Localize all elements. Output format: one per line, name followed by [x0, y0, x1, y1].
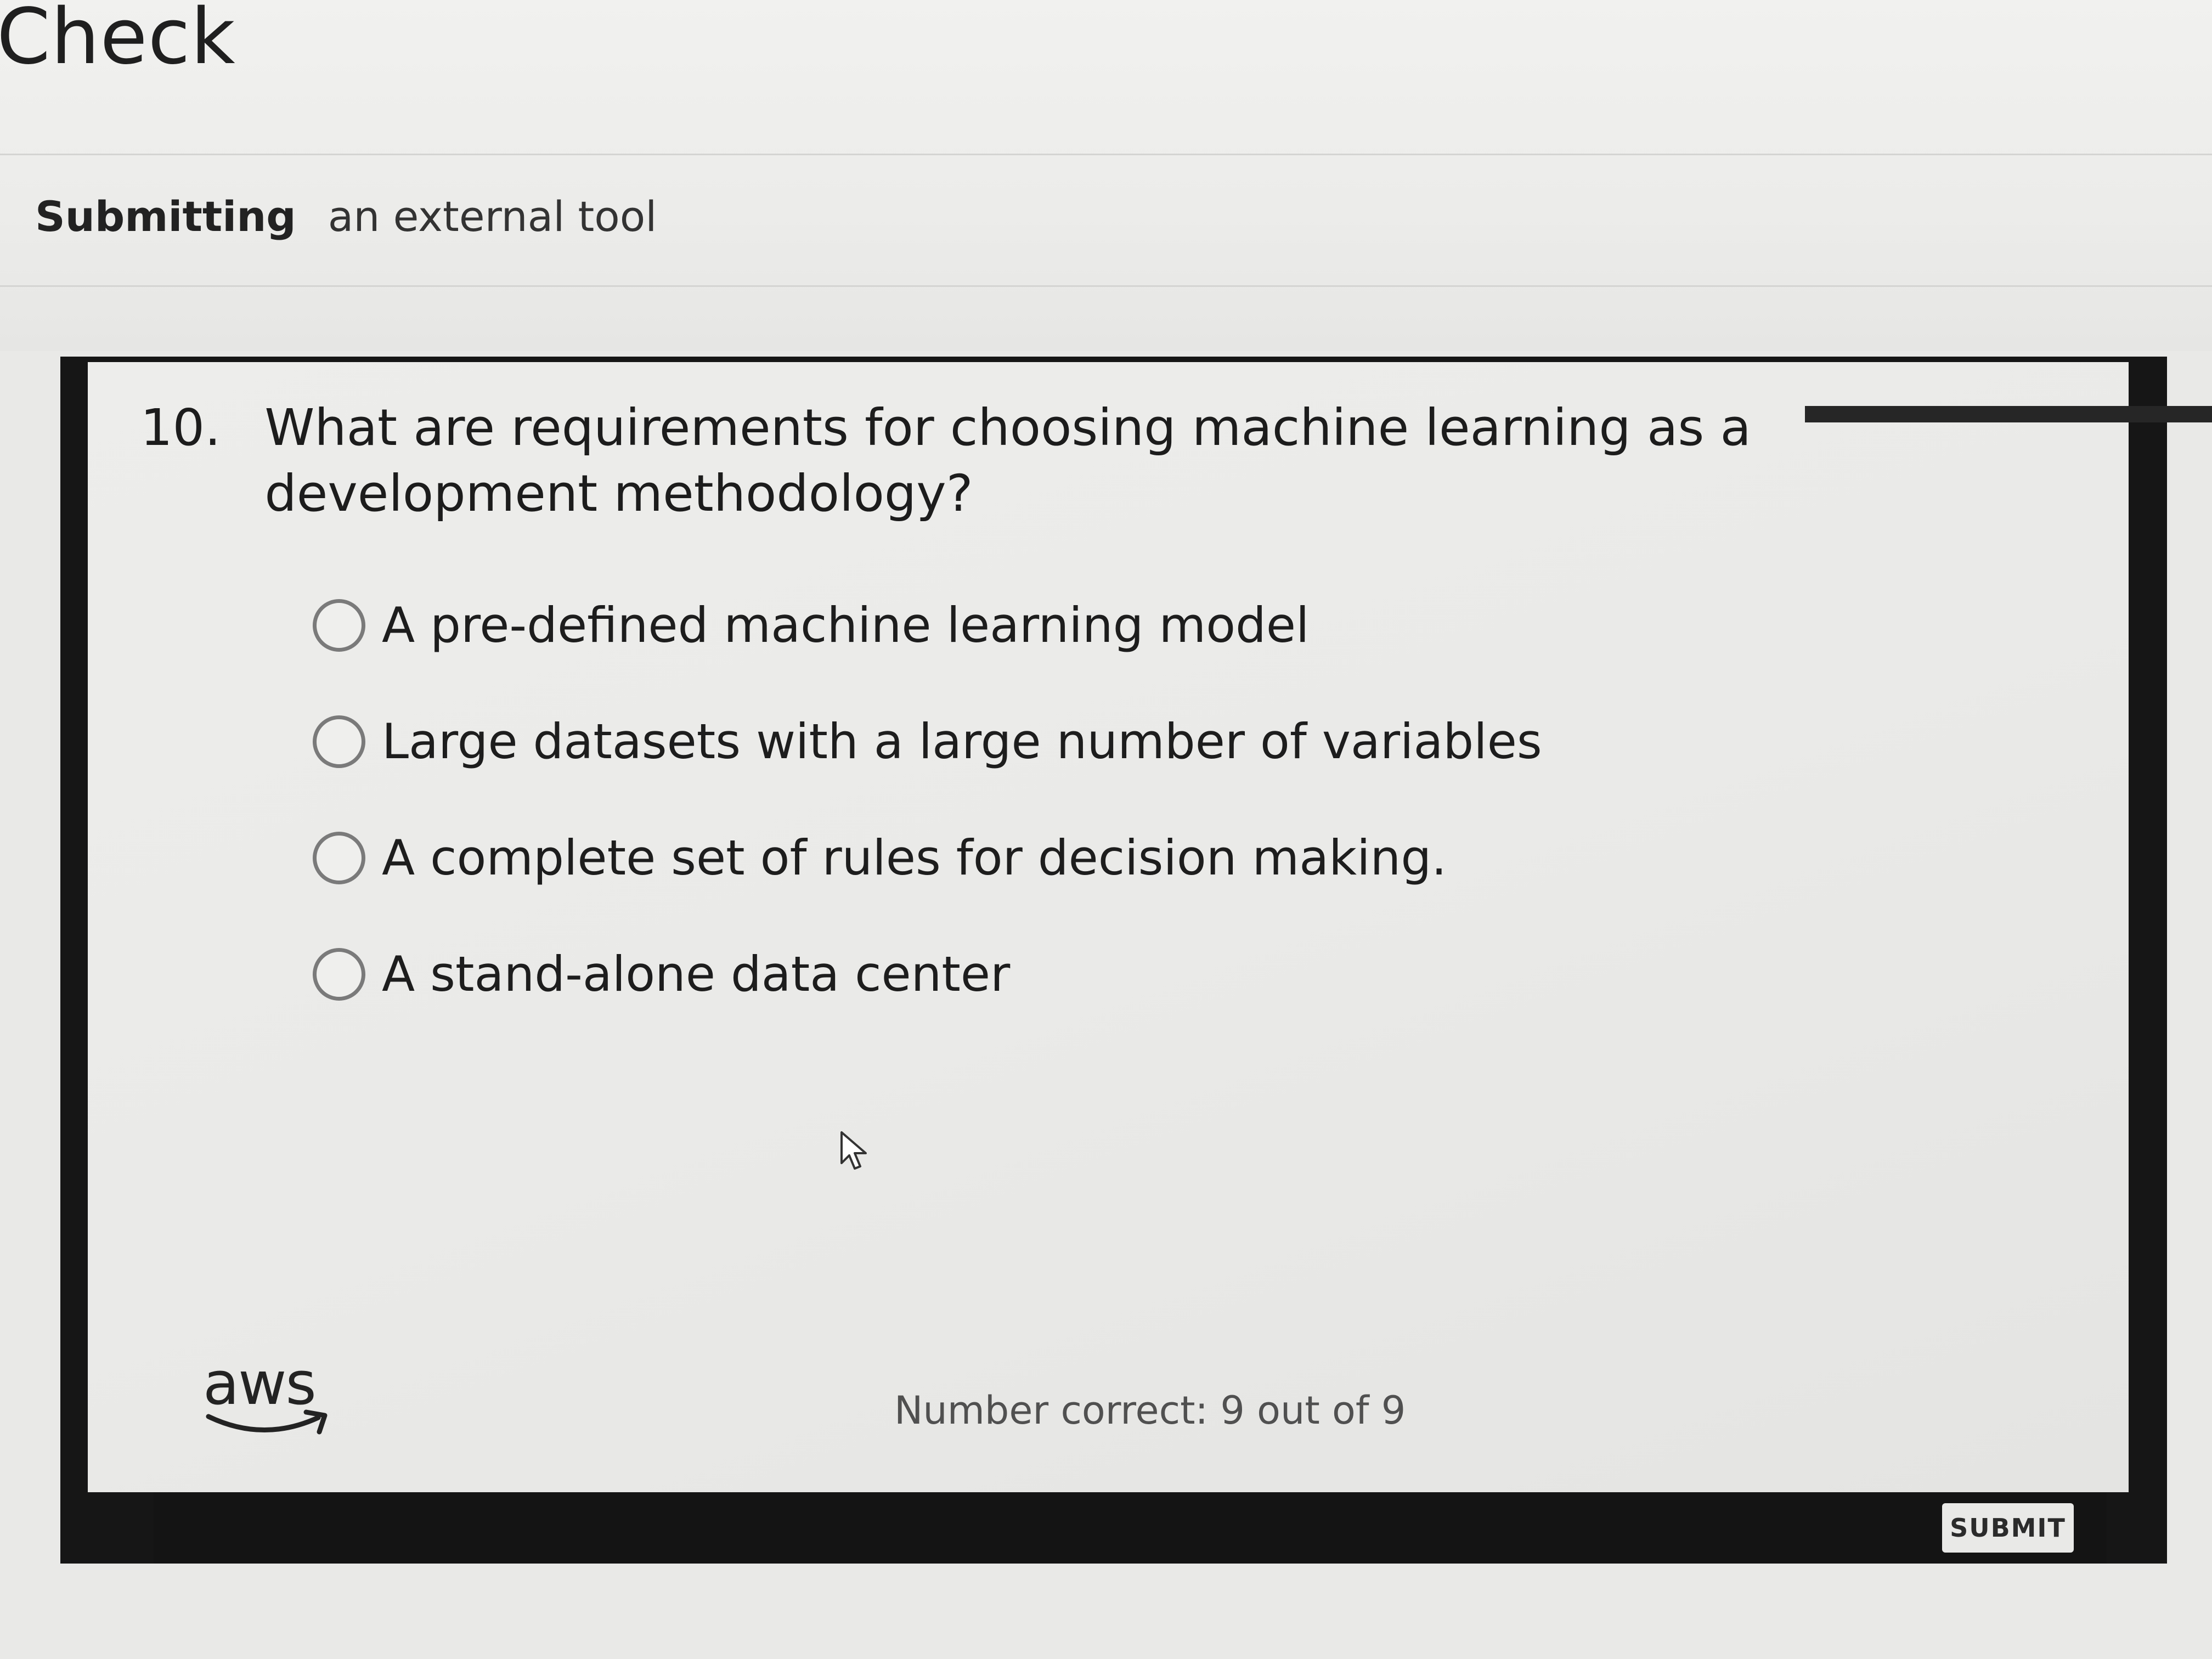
- radio-unselected-icon[interactable]: [313, 599, 365, 652]
- answer-option-2[interactable]: Large datasets with a large number of va…: [313, 714, 1542, 769]
- radio-unselected-icon[interactable]: [313, 832, 365, 884]
- header-divider-top: [0, 154, 2212, 155]
- question-number: 10.: [140, 398, 221, 457]
- submit-button[interactable]: SUBMIT: [1942, 1503, 2074, 1553]
- answer-options: A pre-defined machine learning model Lar…: [313, 598, 1542, 1002]
- mouse-pointer-icon: [840, 1131, 867, 1170]
- bottom-bar: [154, 1492, 2107, 1564]
- aws-logo: aws: [203, 1350, 335, 1443]
- submitting-label: Submitting: [35, 192, 296, 241]
- header-divider-bottom: [0, 285, 2212, 287]
- question: 10. What are requirements for choosing m…: [140, 395, 1951, 527]
- answer-option-label: Large datasets with a large number of va…: [382, 713, 1542, 770]
- answer-option-label: A complete set of rules for decision mak…: [382, 830, 1447, 886]
- answer-option-1[interactable]: A pre-defined machine learning model: [313, 598, 1542, 653]
- submitting-value: an external tool: [328, 192, 657, 241]
- submission-info: Submitting an external tool: [35, 192, 657, 241]
- answer-option-label: A stand-alone data center: [382, 946, 1011, 1002]
- answer-option-3[interactable]: A complete set of rules for decision mak…: [313, 831, 1542, 885]
- page-title: Check: [0, 0, 236, 82]
- radio-unselected-icon[interactable]: [313, 715, 365, 768]
- answer-option-label: A pre-defined machine learning model: [382, 597, 1310, 653]
- page-header: Check Submitting an external tool: [0, 0, 2212, 351]
- answer-option-4[interactable]: A stand-alone data center: [313, 947, 1542, 1002]
- score-text: Number correct: 9 out of 9: [894, 1388, 1406, 1433]
- aws-smile-icon: [206, 1409, 328, 1435]
- radio-unselected-icon[interactable]: [313, 948, 365, 1001]
- question-text: What are requirements for choosing machi…: [264, 398, 1751, 523]
